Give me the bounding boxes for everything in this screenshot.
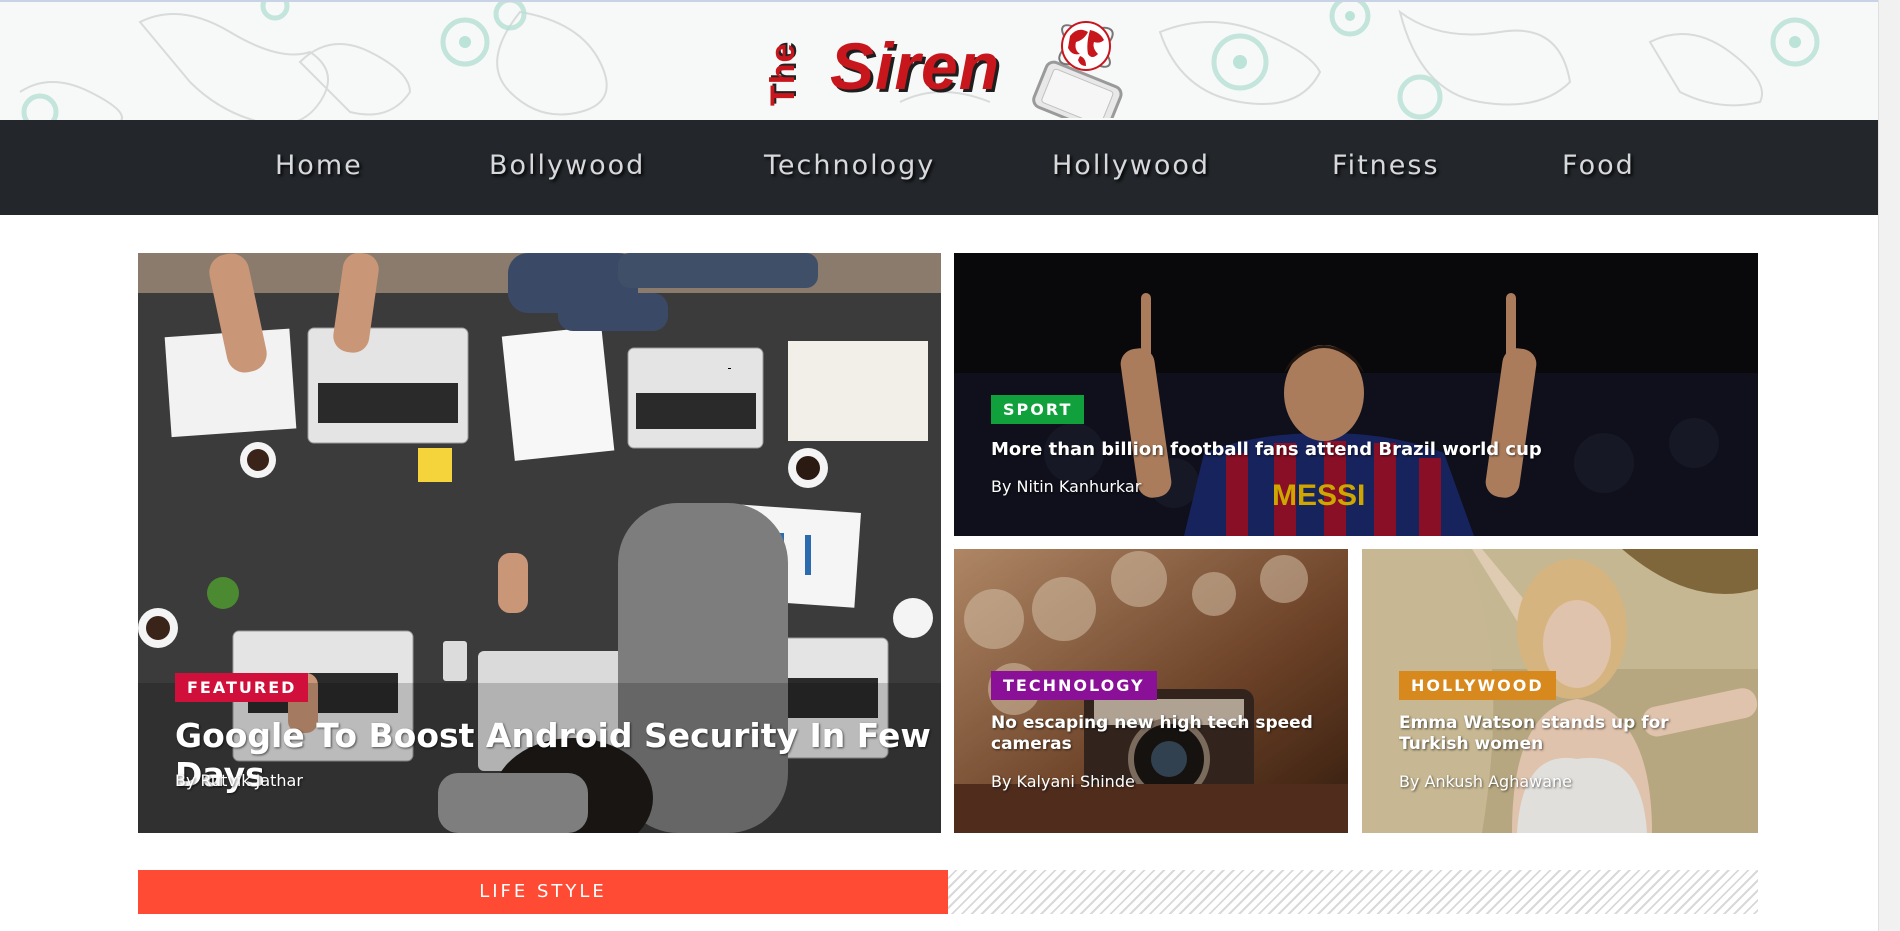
article-author[interactable]: By Rutvik Jathar — [175, 771, 303, 790]
article-title[interactable]: Emma Watson stands up for Turkish women — [1399, 713, 1739, 755]
nav-item-fitness[interactable]: Fitness — [1332, 150, 1440, 181]
scrollbar[interactable] — [1878, 0, 1900, 931]
category-badge[interactable]: SPORT — [991, 395, 1085, 424]
sport-article-card[interactable]: MESSI SPORT More than billion football f… — [954, 253, 1758, 536]
section-divider-stripes — [948, 870, 1758, 914]
logo-siren-text: Siren — [830, 29, 1001, 103]
nav-item-home[interactable]: Home — [275, 150, 363, 181]
main-nav: Home Bollywood Technology Hollywood Fitn… — [0, 120, 1878, 215]
technology-article-card[interactable]: TECHNOLOGY No escaping new high tech spe… — [954, 549, 1348, 833]
article-author[interactable]: By Ankush Aghawane — [1399, 772, 1572, 791]
logo-the-text: The — [764, 42, 802, 106]
nav-item-hollywood[interactable]: Hollywood — [1052, 150, 1210, 181]
article-title[interactable]: More than billion football fans attend B… — [991, 439, 1551, 460]
article-title[interactable]: No escaping new high tech speed cameras — [991, 713, 1321, 755]
nav-item-bollywood[interactable]: Bollywood — [489, 150, 645, 181]
category-badge[interactable]: FEATURED — [175, 673, 309, 702]
section-title[interactable]: LIFE STYLE — [138, 870, 948, 914]
category-badge[interactable]: TECHNOLOGY — [991, 671, 1157, 700]
nav-item-technology[interactable]: Technology — [764, 150, 935, 181]
article-author[interactable]: By Nitin Kanhurkar — [991, 477, 1141, 496]
article-author[interactable]: By Kalyani Shinde — [991, 772, 1135, 791]
nav-item-food[interactable]: Food — [1562, 150, 1635, 181]
category-badge[interactable]: HOLLYWOOD — [1399, 671, 1556, 700]
section-header-lifestyle: LIFE STYLE — [138, 870, 948, 914]
featured-article-card[interactable]: FEATURED Google To Boost Android Securit… — [138, 253, 941, 833]
site-logo[interactable]: The Siren — [758, 6, 1158, 118]
globe-on-phone-icon — [1032, 21, 1123, 118]
site-header: The Siren — [0, 0, 1878, 120]
hollywood-article-card[interactable]: HOLLYWOOD Emma Watson stands up for Turk… — [1362, 549, 1758, 833]
page: The Siren Home Bollywood Technology Holl… — [0, 0, 1900, 931]
